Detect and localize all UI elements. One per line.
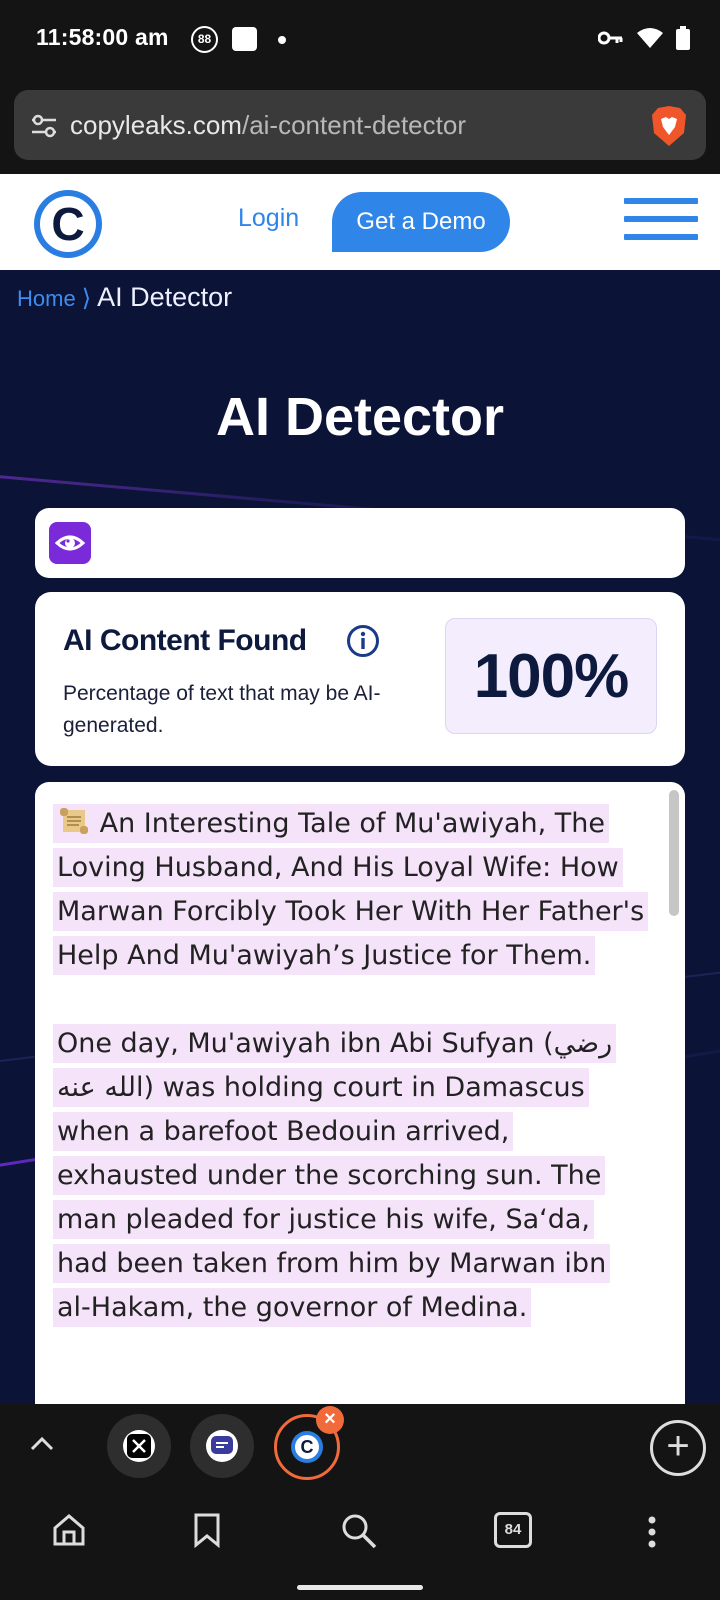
new-tab-plus-icon[interactable]: + [650,1420,706,1476]
scan-toolbar-card [35,508,685,578]
page-content: Home ⟩ AI Detector AI Detector AI Content … [0,270,720,1404]
status-icons [598,26,690,50]
tab-x[interactable] [107,1414,171,1478]
home-icon[interactable] [51,1512,87,1548]
text-heading: An Interesting Tale of Mu'awiyah, The Lo… [57,802,647,978]
brave-lion-icon[interactable] [650,105,688,147]
scrollbar[interactable] [669,790,679,916]
tab-count-button[interactable]: 84 [494,1512,532,1548]
app-notification-icon [232,27,257,51]
chevron-up-icon[interactable] [28,1430,56,1458]
x-logo-icon [123,1430,155,1462]
vpn-key-icon [598,31,623,45]
eye-glyph [54,535,86,551]
breadcrumb-separator: ⟩ [81,285,92,312]
hamburger-menu-icon[interactable] [624,198,698,250]
result-title: AI Content Found [63,624,307,657]
logo-inner: C [40,196,96,252]
bottom-navigation: 84 [0,1498,720,1600]
tune-icon[interactable] [30,112,58,140]
hamburger-bar [624,216,698,222]
analyzed-text-panel[interactable]: An Interesting Tale of Mu'awiyah, The Lo… [35,782,685,1404]
url-domain: copyleaks.com [70,110,242,140]
address-bar[interactable]: copyleaks.com/ai-content-detector [14,90,706,160]
breadcrumb-home-link[interactable]: Home [17,286,76,311]
copyleaks-tab-letter: C [295,1435,319,1459]
more-options-icon[interactable] [647,1516,657,1548]
browser-toolbar: copyleaks.com/ai-content-detector [0,80,720,174]
hamburger-bar [624,234,698,240]
url-path: /ai-content-detector [241,110,466,140]
result-description: Percentage of text that may be AI-genera… [63,682,381,737]
login-link[interactable]: Login [238,204,299,233]
close-tab-icon[interactable]: × [316,1406,344,1434]
site-header: C Login Get a Demo [0,174,720,270]
page-title: AI Detector [215,387,505,447]
highlighted-text: An Interesting Tale of Mu'awiyah, The Lo… [57,808,645,971]
tab-chat[interactable] [190,1414,254,1478]
ai-score-value: 100% [445,618,657,734]
analyzed-text: An Interesting Tale of Mu'awiyah, The Lo… [57,802,647,1374]
breadcrumb-current: AI Detector [97,282,233,312]
chat-app-icon [206,1430,238,1462]
url-text[interactable]: copyleaks.com/ai-content-detector [70,110,466,141]
heading-text: An Interesting Tale of Mu'awiyah, The Lo… [57,808,645,971]
copyleaks-logo-icon[interactable]: C [34,190,102,258]
status-time: 11:58:00 am [36,24,169,50]
eye-icon[interactable] [49,522,91,564]
breadcrumb: Home ⟩ AI Detector [17,282,232,313]
text-paragraph: One day, Mu'awiyah ibn Abi Sufyan (رضي ا… [57,1022,647,1330]
search-icon[interactable] [340,1512,378,1550]
info-icon[interactable] [346,624,380,658]
more-notifications-dot-icon [278,36,286,44]
copyleaks-tab-icon: C [291,1431,323,1463]
ai-result-card: AI Content Found Percentage of text that… [35,592,685,766]
tab-strip: C × + [0,1404,720,1498]
hamburger-bar [624,198,698,204]
battery-icon [676,26,690,50]
scroll-emoji-icon [60,808,88,834]
bookmark-icon[interactable] [192,1512,222,1548]
gesture-home-indicator[interactable] [297,1585,423,1590]
status-bar: 11:58:00 am 88 [0,0,720,80]
logo-letter: C [51,198,85,250]
wifi-icon [637,28,663,48]
notification-badge-icon: 88 [191,26,218,53]
get-demo-button[interactable]: Get a Demo [332,192,510,252]
highlighted-text: One day, Mu'awiyah ibn Abi Sufyan (رضي ا… [57,1028,613,1323]
